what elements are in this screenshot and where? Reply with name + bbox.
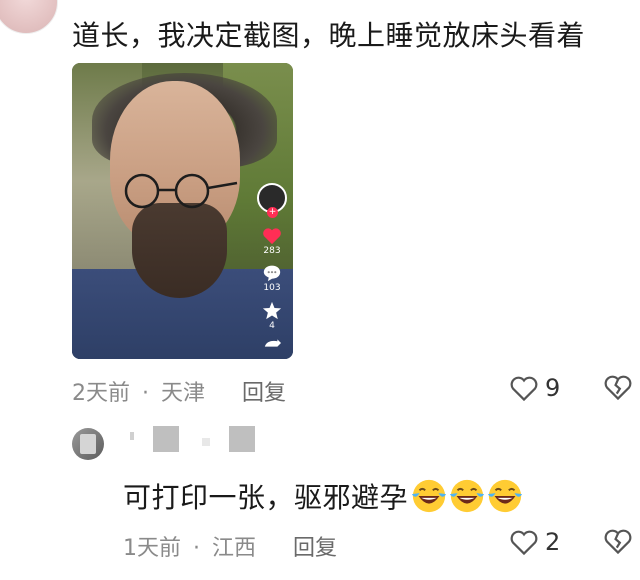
laughing-tears-icon bbox=[487, 479, 523, 513]
comment-location: 天津 bbox=[161, 381, 206, 406]
reply-button[interactable]: 回复 bbox=[293, 536, 337, 561]
broken-heart-icon bbox=[604, 375, 632, 401]
comment-icon[interactable] bbox=[262, 264, 282, 282]
follow-plus-icon[interactable]: + bbox=[267, 207, 278, 218]
meta-separator: · bbox=[142, 381, 149, 406]
like-count: 9 bbox=[545, 374, 561, 402]
like-count: 2 bbox=[545, 528, 561, 556]
video-favorite-count: 4 bbox=[269, 321, 275, 331]
like-button[interactable]: 2 bbox=[509, 528, 560, 556]
video-thumbnail[interactable]: + 283 103 4 bbox=[72, 63, 293, 359]
video-comment-count: 103 bbox=[263, 283, 281, 293]
glasses-icon bbox=[124, 173, 238, 209]
like-button[interactable]: 9 bbox=[509, 374, 560, 402]
redacted-name bbox=[229, 426, 255, 452]
redacted-name bbox=[202, 438, 210, 446]
video-like-count: 283 bbox=[263, 246, 281, 256]
share-icon[interactable] bbox=[263, 339, 281, 347]
laughing-tears-icon bbox=[449, 479, 485, 513]
comment-time: 1天前 bbox=[123, 536, 181, 561]
comment-text: 道长，我决定截图，晚上睡觉放床头看着 bbox=[72, 19, 586, 52]
reply-comment: 可打印一张，驱邪避孕 bbox=[123, 476, 524, 516]
redacted-name bbox=[130, 432, 134, 440]
laughing-tears-icon bbox=[411, 479, 447, 513]
person-beard bbox=[132, 203, 227, 298]
comment-meta: 2天前 · 天津 回复 bbox=[72, 375, 286, 407]
author-avatar[interactable]: + bbox=[257, 183, 287, 218]
avatar-image bbox=[80, 434, 96, 454]
redacted-name bbox=[153, 426, 179, 452]
heart-icon[interactable] bbox=[262, 227, 282, 245]
comment-meta: 1天前 · 江西 回复 bbox=[123, 530, 337, 562]
reply-avatar[interactable] bbox=[72, 428, 104, 460]
meta-separator: · bbox=[193, 536, 200, 561]
video-side-actions: + 283 103 4 bbox=[257, 183, 287, 355]
heart-outline-icon bbox=[510, 530, 538, 555]
broken-heart-icon bbox=[604, 529, 632, 555]
dislike-button[interactable] bbox=[603, 374, 633, 405]
reply-button[interactable]: 回复 bbox=[242, 381, 286, 406]
star-icon[interactable] bbox=[262, 301, 282, 320]
comment-time: 2天前 bbox=[72, 381, 130, 406]
commenter-avatar[interactable] bbox=[0, 0, 58, 34]
dislike-button[interactable] bbox=[603, 528, 633, 559]
heart-outline-icon bbox=[510, 376, 538, 401]
comment-location: 江西 bbox=[212, 536, 257, 561]
reply-text: 可打印一张，驱邪避孕 bbox=[123, 481, 409, 514]
